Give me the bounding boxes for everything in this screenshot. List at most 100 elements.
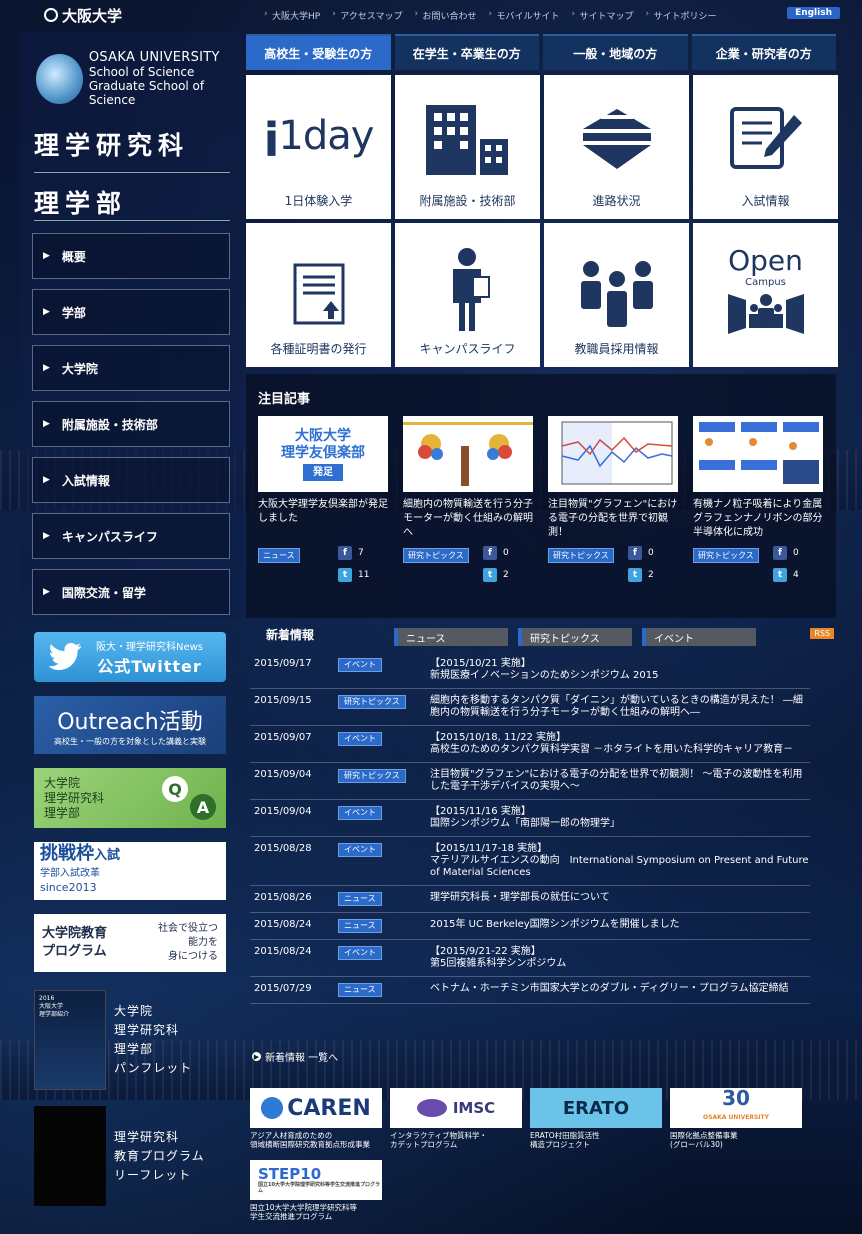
category-badge[interactable]: 研究トピックス: [693, 548, 759, 563]
news-row[interactable]: 2015/08/26 ニュース 理学研究科長・理学部長の就任について: [250, 886, 810, 913]
link-sitemap[interactable]: サイトマップ: [570, 9, 644, 22]
partner-caren[interactable]: CAREN アジア人材育成のための 領域横断国際研究教育拠点形成事業: [250, 1088, 382, 1149]
twitter-banner-top: 阪大・理学研究科News: [96, 641, 204, 653]
news-row[interactable]: 2015/09/07 イベント 【2015/10/18, 11/22 実施】 高校生…: [250, 726, 810, 763]
link-contact[interactable]: お問い合わせ: [413, 9, 487, 22]
facebook-count[interactable]: f0: [628, 546, 654, 560]
qa-banner[interactable]: 大学院 理学研究科 理学部 Q A: [34, 768, 226, 828]
news-row[interactable]: 2015/09/04 イベント 【2015/11/16 実施】 国際シンポジウム「南…: [250, 800, 810, 837]
category-badge: イベント: [338, 806, 382, 820]
news-tab-research[interactable]: 研究トピックス: [518, 628, 632, 646]
facebook-icon: f: [628, 546, 642, 560]
news-row[interactable]: 2015/08/24 イベント 【2015/9/21-22 実施】 第5回複雑系科学…: [250, 940, 810, 977]
tile-label: キャンパスライフ: [419, 342, 516, 356]
partner-erato[interactable]: ERATO ERATO村田脂質活性 構造プロジェクト: [530, 1088, 662, 1149]
top-bar: 大阪大学 大阪大学HP アクセスマップ お問い合わせ モバイルサイト サイトマッ…: [0, 0, 862, 30]
featured-image: [548, 416, 678, 492]
facebook-count[interactable]: f7: [338, 546, 364, 560]
open-campus-icon: Open Campus: [693, 245, 838, 334]
tile-campus-life[interactable]: キャンパスライフ: [395, 223, 540, 367]
sidebar-item-grad[interactable]: ▶ 大学院: [32, 345, 230, 391]
category-badge: 研究トピックス: [338, 769, 406, 783]
divider: [34, 220, 230, 221]
facebook-count[interactable]: f0: [483, 546, 509, 560]
school-logo[interactable]: OSAKA UNIVERSITY School of Science Gradu…: [36, 50, 244, 107]
featured-articles: 注目記事 大阪大学 理学友倶楽部 発足 大阪大学理学友倶楽部が発足しました ニュ…: [246, 374, 836, 618]
sidebar-item-undergrad[interactable]: ▶ 学部: [32, 289, 230, 335]
news-row[interactable]: 2015/09/17 イベント 【2015/10/21 実施】 新規医療イノベーショ…: [250, 652, 810, 689]
news-row[interactable]: 2015/09/15 研究トピックス 細胞内を移動するタンパク質「ダイニン」が動いて…: [250, 689, 810, 726]
link-access-map[interactable]: アクセスマップ: [330, 9, 412, 22]
triangle-right-icon: ▶: [43, 307, 50, 317]
sidebar-item-admissions[interactable]: ▶ 入試情報: [32, 457, 230, 503]
english-button[interactable]: English: [787, 7, 840, 19]
tile-facilities[interactable]: 附属施設・技術部: [395, 75, 540, 219]
tile-label: 各種証明書の発行: [270, 342, 367, 356]
tab-companies-researchers[interactable]: 企業・研究者の方: [691, 34, 836, 70]
tile-admissions[interactable]: 入試情報: [693, 75, 838, 219]
rss-button[interactable]: RSS: [810, 628, 834, 639]
outreach-title: Outreach活動: [57, 709, 203, 735]
triangle-right-icon: ▶: [43, 419, 50, 429]
twitter-banner-main: 公式Twitter: [97, 656, 202, 676]
news-row[interactable]: 2015/07/29 ニュース ベトナム・ホーチミン市国家大学とのダブル・ディグリー…: [250, 977, 810, 1004]
tile-certificates[interactable]: 各種証明書の発行: [246, 223, 391, 367]
divider: [34, 172, 230, 173]
arrow-right-icon: ▶: [252, 1052, 261, 1061]
link-univ-hp[interactable]: 大阪大学HP: [262, 9, 330, 22]
tile-open-campus[interactable]: Open Campus: [693, 223, 838, 367]
challenge-banner[interactable]: 挑戦枠入試 学部入試改革 since2013: [34, 842, 226, 900]
outreach-banner[interactable]: Outreach活動 高校生・一般の方を対象とした講義と実験: [34, 696, 226, 754]
tile-1day[interactable]: i 1day 1日体験入学: [246, 75, 391, 219]
pamphlet-banner[interactable]: 2016 大阪大学 理学部紹介 大学院 理学研究科 理学部 パンフレット: [34, 988, 226, 1092]
featured-card[interactable]: 有機ナノ粒子吸着により金属グラフェンナノリボンの部分半導体化に成功 研究トピック…: [693, 416, 823, 582]
link-site-policy[interactable]: サイトポリシー: [644, 9, 727, 22]
tile-career[interactable]: 進路状況: [544, 75, 689, 219]
news-row[interactable]: 2015/08/24 ニュース 2015年 UC Berkeley国際シンポジウムを…: [250, 913, 810, 940]
category-badge[interactable]: 研究トピックス: [548, 548, 614, 563]
tab-current-alumni[interactable]: 在学生・卒業生の方: [394, 34, 539, 70]
featured-card[interactable]: 注目物質"グラフェン"における電子の分配を世界で初観測！ 研究トピックス f0 …: [548, 416, 678, 582]
qa-icon: Q A: [162, 776, 216, 820]
tab-students-applicants[interactable]: 高校生・受験生の方: [246, 34, 391, 70]
triangle-right-icon: ▶: [43, 531, 50, 541]
category-badge: イベント: [338, 658, 382, 672]
link-mobile[interactable]: モバイルサイト: [487, 9, 570, 22]
news-tab-news[interactable]: ニュース: [394, 628, 508, 646]
featured-card[interactable]: 細胞内の物質輸送を行う分子モーターが動く仕組みの解明へ 研究トピックス f0 t…: [403, 416, 533, 582]
tile-recruitment[interactable]: 教職員採用情報: [544, 223, 689, 367]
leaflet-cover: [34, 1106, 106, 1206]
news-row[interactable]: 2015/09/04 研究トピックス 注目物質"グラフェン"における電子の分配を世界…: [250, 763, 810, 800]
sidebar-item-facilities[interactable]: ▶ 附属施設・技術部: [32, 401, 230, 447]
partner-imsc[interactable]: IMSC インタラクティブ物質科学・ カデットプログラム: [390, 1088, 522, 1149]
document-pen-icon: [693, 105, 838, 171]
featured-card-title: 大阪大学理学友倶楽部が発足しました: [258, 499, 388, 524]
tab-general-public[interactable]: 一般・地域の方: [543, 34, 688, 70]
partner-step10[interactable]: STEP10 国立10大学大学院理学研究科等学生交流推進プログラム 国立10大学大…: [250, 1160, 382, 1221]
twitter-count[interactable]: t2: [628, 568, 654, 582]
twitter-banner[interactable]: 阪大・理学研究科News 公式Twitter: [34, 632, 226, 682]
facebook-count[interactable]: f0: [773, 546, 799, 560]
sidebar-item-international[interactable]: ▶ 国際交流・留学: [32, 569, 230, 615]
sidebar-item-overview[interactable]: ▶ 概要: [32, 233, 230, 279]
univ-name: OSAKA UNIVERSITY: [88, 50, 220, 65]
globe-icon: [261, 1097, 284, 1119]
osaka-univ-logo[interactable]: 大阪大学: [44, 5, 122, 26]
tile-label: 1日体験入学: [284, 194, 353, 208]
category-badge[interactable]: 研究トピックス: [403, 548, 469, 563]
featured-card[interactable]: 大阪大学 理学友倶楽部 発足 大阪大学理学友倶楽部が発足しました ニュース f7…: [258, 416, 388, 582]
twitter-count[interactable]: t4: [773, 568, 799, 582]
news-more-link[interactable]: ▶ 新着情報 一覧へ: [252, 1049, 338, 1064]
news-tab-events[interactable]: イベント: [642, 628, 756, 646]
grad-education-banner[interactable]: 大学院教育 プログラム 社会で役立つ 能力を 身につける: [34, 914, 226, 972]
news-list: 2015/09/17 イベント 【2015/10/21 実施】 新規医療イノベーショ…: [250, 652, 810, 1004]
sidebar-item-campus-life[interactable]: ▶ キャンパスライフ: [32, 513, 230, 559]
leaflet-banner[interactable]: 理学研究科 教育プログラム リーフレット: [34, 1104, 226, 1208]
tile-label: 附属施設・技術部: [419, 194, 516, 208]
sidebar-title-faculty: 理学部: [34, 189, 128, 218]
partner-global30[interactable]: 30 OSAKA UNIVERSITY 国際化拠点整備事業 (グローバル30): [670, 1088, 802, 1149]
news-row[interactable]: 2015/08/28 イベント 【2015/11/17-18 実施】 マテリアルサイ…: [250, 837, 810, 886]
category-badge[interactable]: ニュース: [258, 548, 300, 563]
twitter-count[interactable]: t 11: [338, 568, 369, 582]
twitter-count[interactable]: t2: [483, 568, 509, 582]
